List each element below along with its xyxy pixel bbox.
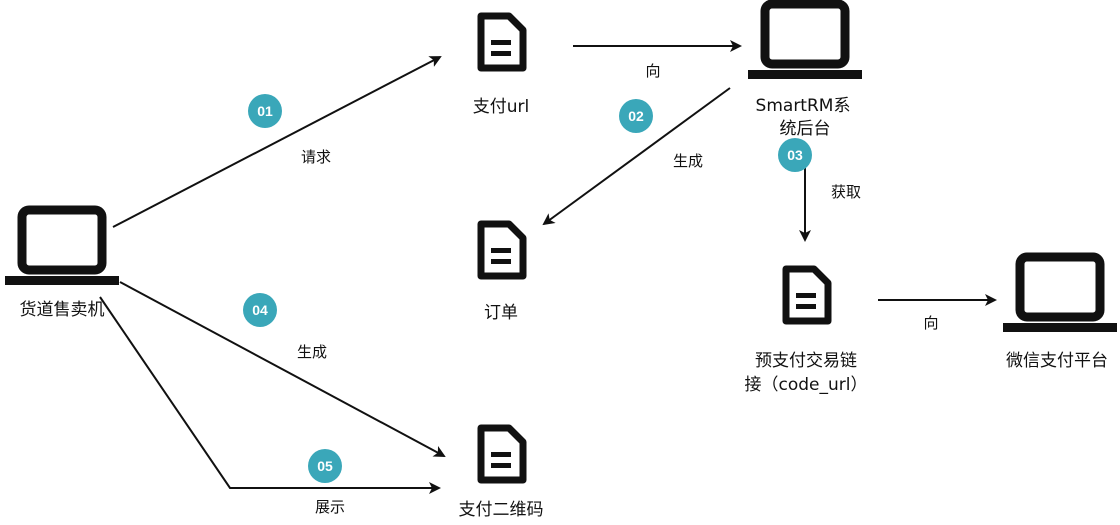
edge-generate-qrcode-label: 生成 (297, 343, 327, 361)
edge-labels: 请求 向 生成 获取 向 生成 展示 (297, 62, 939, 516)
edge-to-wechat-label: 向 (923, 314, 938, 332)
laptop-icon (1003, 257, 1117, 332)
laptop-icon (5, 210, 119, 285)
edge-generate-order-label: 生成 (673, 152, 703, 170)
node-prepay-link: 预支付交易链 接（code_url） (745, 269, 868, 395)
document-icon (786, 269, 828, 321)
payment-flow-diagram: 货道售卖机 支付url SmartRM系 统后台 订单 预支付交易链 接（cod… (0, 0, 1120, 520)
order-label: 订单 (484, 303, 518, 323)
svg-text:04: 04 (252, 302, 268, 318)
node-pay-url: 支付url (473, 16, 530, 117)
qrcode-label: 支付二维码 (459, 500, 544, 520)
prepay-link-label-line2: 接（code_url） (745, 375, 868, 395)
laptop-icon (748, 4, 862, 79)
node-order: 订单 (481, 224, 523, 323)
prepay-link-label-line1: 预支付交易链 (755, 351, 857, 371)
edge-display-line (99, 296, 441, 494)
step-badge-05: 05 (308, 449, 342, 483)
node-qrcode: 支付二维码 (459, 428, 544, 520)
node-smartrm-backend: SmartRM系 统后台 (748, 4, 862, 139)
smartrm-label-line2: 统后台 (780, 119, 831, 139)
document-icon (481, 224, 523, 276)
document-icon (481, 428, 523, 480)
edge-request-line (112, 56, 442, 228)
node-wechat-pay: 微信支付平台 (1003, 257, 1117, 371)
edges (99, 40, 997, 494)
svg-text:01: 01 (257, 103, 273, 119)
step-badge-03: 03 (778, 138, 812, 172)
svg-text:05: 05 (317, 458, 333, 474)
pay-url-label: 支付url (473, 97, 530, 117)
wechat-pay-label: 微信支付平台 (1006, 351, 1108, 371)
vending-machine-label: 货道售卖机 (20, 300, 105, 320)
step-badge-02: 02 (619, 99, 653, 133)
svg-text:02: 02 (628, 108, 644, 124)
step-badge-04: 04 (243, 293, 277, 327)
document-icon (481, 16, 523, 68)
edge-to-backend-label: 向 (645, 62, 660, 80)
node-vending-machine: 货道售卖机 (5, 210, 119, 320)
svg-text:03: 03 (787, 147, 803, 163)
smartrm-label-line1: SmartRM系 (756, 96, 851, 116)
edge-obtain-label: 获取 (831, 183, 861, 201)
edge-display-label: 展示 (315, 498, 345, 516)
step-badge-01: 01 (248, 94, 282, 128)
edge-request-label: 请求 (301, 148, 331, 166)
edge-generate-qrcode-line (119, 281, 446, 457)
